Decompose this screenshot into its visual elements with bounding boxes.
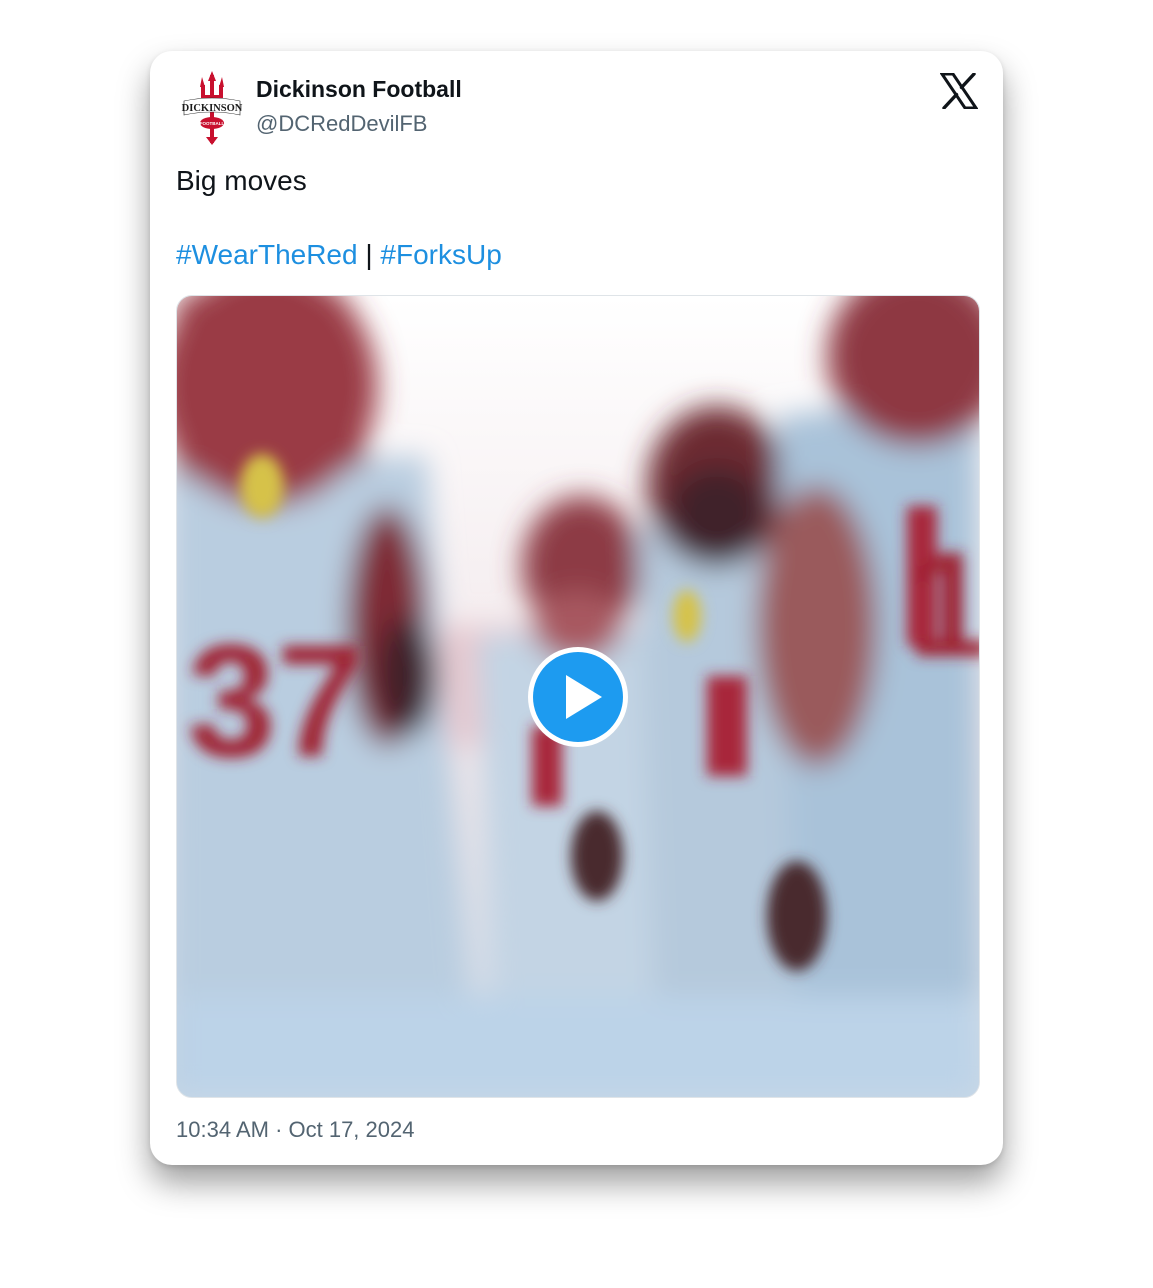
hashtag-forks-up[interactable]: #ForksUp [380,239,501,270]
author-handle[interactable]: @DCRedDevilFB [256,111,427,137]
hashtag-separator: | [365,239,373,270]
tweet-timestamp[interactable]: 10:34 AM · Oct 17, 2024 [176,1117,414,1143]
author-avatar[interactable]: DICKINSON FOOTBALL [178,71,246,147]
author-name[interactable]: Dickinson Football [256,76,462,103]
jersey-number-37: 37 [187,611,365,790]
tweet-hashtags: #WearTheRed | #ForksUp [176,239,502,271]
tweet-card: DICKINSON FOOTBALL Dickinson Football @D… [150,51,1003,1165]
hashtag-wear-the-red[interactable]: #WearTheRed [176,239,358,270]
play-button[interactable] [526,645,630,749]
dickinson-logo-icon: DICKINSON FOOTBALL [182,71,243,145]
jersey-number-1: 1 [907,520,979,688]
tweet-text: Big moves [176,165,307,196]
video-player[interactable]: 37 1 [176,295,980,1098]
x-logo-icon[interactable] [939,72,979,110]
play-icon [528,647,628,747]
svg-text:FOOTBALL: FOOTBALL [200,121,225,126]
svg-text:DICKINSON: DICKINSON [182,103,243,114]
